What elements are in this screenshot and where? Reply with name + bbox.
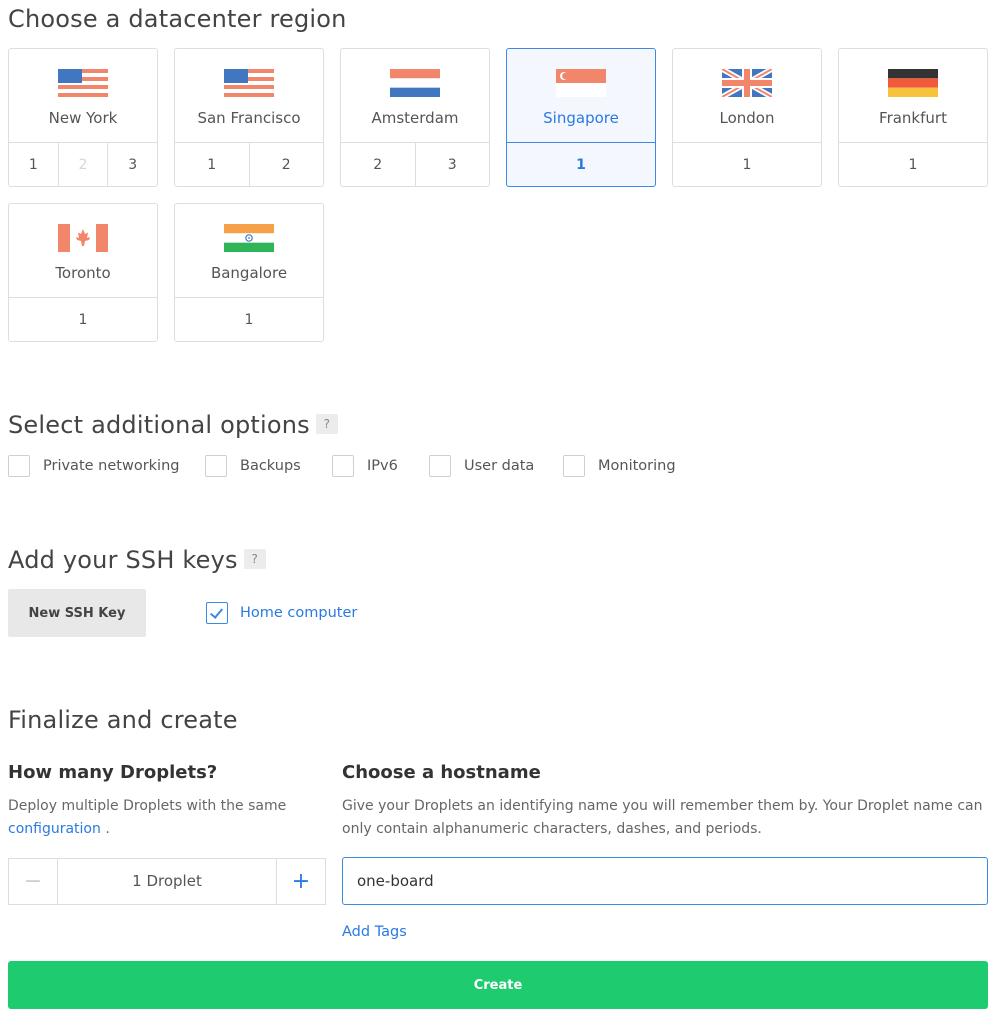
ssh-key-home-computer[interactable]: Home computer	[206, 602, 357, 624]
region-card-amsterdam[interactable]: Amsterdam 2 3	[340, 48, 490, 187]
options-section-title: Select additional options?	[8, 411, 338, 439]
hostname-input[interactable]	[342, 857, 988, 905]
checkmark-icon	[209, 605, 224, 619]
option-private-networking[interactable]: Private networking	[8, 453, 179, 479]
region-option-2: 2	[57, 143, 108, 187]
us-flag-icon	[224, 69, 274, 97]
help-icon[interactable]: ?	[315, 414, 338, 434]
checkbox[interactable]	[8, 455, 30, 477]
nl-flag-icon	[390, 69, 440, 97]
region-option-3[interactable]: 3	[414, 143, 490, 187]
region-option-2[interactable]: 2	[248, 143, 324, 187]
help-icon[interactable]: ?	[243, 549, 266, 569]
region-option-2[interactable]: 2	[341, 143, 415, 187]
region-card-singapore[interactable]: Singapore 1	[506, 48, 656, 187]
region-name: Toronto	[55, 264, 111, 282]
new-ssh-key-button[interactable]: New SSH Key	[8, 589, 146, 637]
finalize-section-title: Finalize and create	[8, 706, 238, 734]
hostname-heading: Choose a hostname	[342, 762, 541, 783]
region-option-1[interactable]: 1	[507, 143, 655, 187]
sg-flag-icon	[556, 69, 606, 97]
ssh-key-label: Home computer	[240, 605, 358, 621]
option-backups[interactable]: Backups	[205, 453, 301, 479]
checkbox[interactable]	[205, 455, 227, 477]
region-card-frankfurt[interactable]: Frankfurt 1	[838, 48, 988, 187]
hostname-description: Give your Droplets an identifying name y…	[342, 798, 983, 837]
region-name: San Francisco	[197, 109, 301, 127]
checkbox-checked[interactable]	[206, 602, 228, 624]
region-name: London	[719, 109, 775, 127]
option-label: Monitoring	[598, 458, 676, 474]
droplet-count-stepper: − 1 Droplet +	[8, 858, 326, 905]
option-ipv6[interactable]: IPv6	[332, 453, 398, 479]
decrement-button[interactable]: −	[9, 859, 58, 904]
ca-flag-icon	[58, 224, 108, 252]
option-monitoring[interactable]: Monitoring	[563, 453, 676, 479]
checkbox[interactable]	[429, 455, 451, 477]
region-name: New York	[48, 109, 118, 127]
uk-flag-icon	[722, 69, 772, 97]
region-option-1[interactable]: 1	[175, 143, 249, 187]
region-name: Frankfurt	[879, 109, 947, 127]
region-option-1[interactable]: 1	[175, 298, 323, 342]
region-card-london[interactable]: London 1	[672, 48, 822, 187]
option-label: User data	[464, 458, 535, 474]
region-card-bangalore[interactable]: Bangalore 1	[174, 203, 324, 342]
droplet-count-value: 1 Droplet	[58, 859, 276, 904]
region-option-1[interactable]: 1	[839, 143, 987, 187]
region-name: Bangalore	[210, 264, 288, 282]
droplet-count-unit: Droplet	[146, 872, 202, 890]
region-option-1[interactable]: 1	[673, 143, 821, 187]
increment-button[interactable]: +	[276, 859, 325, 904]
region-option-1[interactable]: 1	[9, 298, 157, 342]
droplet-count-number: 1	[132, 872, 142, 890]
ssh-title-text: Add your SSH keys	[8, 546, 238, 574]
option-user-data[interactable]: User data	[429, 453, 534, 479]
region-card-new-york[interactable]: New York 1 2 3	[8, 48, 158, 187]
checkbox[interactable]	[563, 455, 585, 477]
create-button[interactable]: Create	[8, 961, 988, 1009]
droplets-desc-end: .	[105, 821, 110, 837]
region-section-title: Choose a datacenter region	[8, 5, 347, 33]
configuration-link[interactable]: configuration	[8, 821, 101, 837]
region-card-san-francisco[interactable]: San Francisco 1 2	[174, 48, 324, 187]
droplets-heading: How many Droplets?	[8, 762, 218, 783]
region-name: Amsterdam	[371, 109, 459, 127]
droplets-description: Deploy multiple Droplets with the same c…	[8, 795, 308, 841]
option-label: IPv6	[367, 458, 398, 474]
options-title-text: Select additional options	[8, 411, 310, 439]
de-flag-icon	[888, 69, 938, 97]
droplets-desc-text: Deploy multiple Droplets with the same	[8, 798, 287, 814]
region-option-3[interactable]: 3	[107, 143, 157, 187]
option-label: Backups	[240, 458, 301, 474]
in-flag-icon	[224, 224, 274, 252]
option-label: Private networking	[43, 458, 180, 474]
region-option-1[interactable]: 1	[9, 143, 58, 187]
ssh-section-title: Add your SSH keys?	[8, 546, 266, 574]
region-card-toronto[interactable]: Toronto 1	[8, 203, 158, 342]
add-tags-link[interactable]: Add Tags	[342, 924, 407, 940]
us-flag-icon	[58, 69, 108, 97]
checkbox[interactable]	[332, 455, 354, 477]
region-name: Singapore	[543, 109, 619, 127]
